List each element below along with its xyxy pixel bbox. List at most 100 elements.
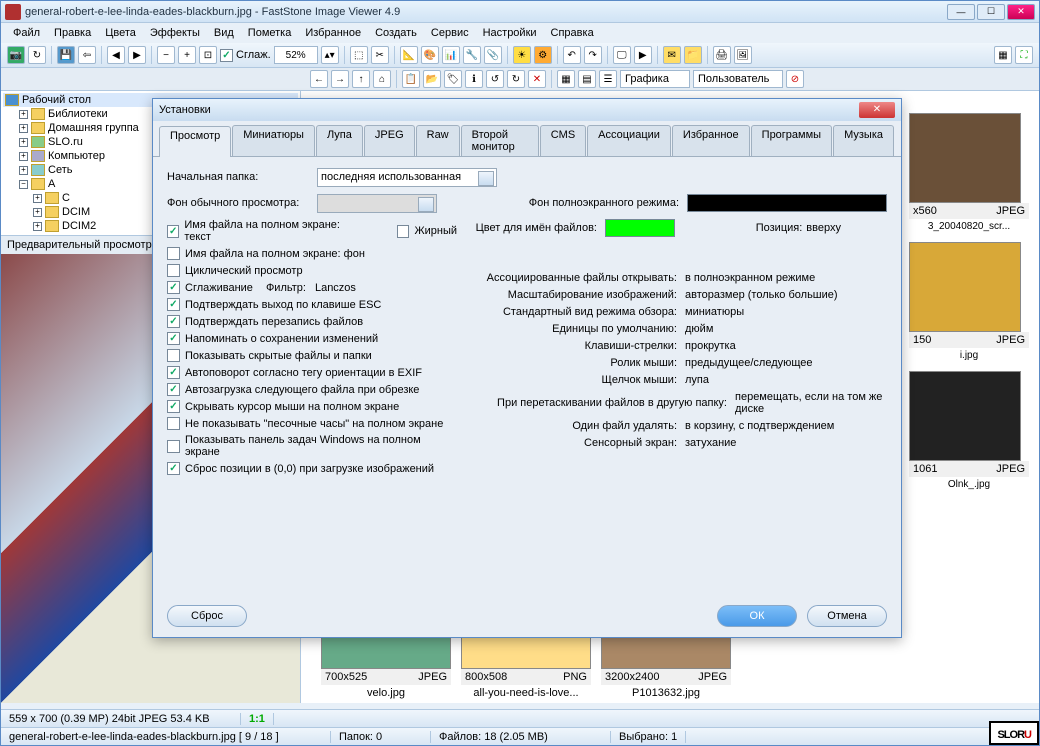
save-icon[interactable]: 💾 [57,46,75,64]
minimize-button[interactable]: — [947,4,975,20]
titlebar[interactable]: general-robert-e-lee-linda-eades-blackbu… [1,1,1039,23]
folder-icon[interactable]: 📁 [684,46,702,64]
nav-fwd-icon[interactable]: → [331,70,349,88]
thumb-item[interactable]: x560JPEG 3_20040820_scr... [909,113,1029,234]
filter-dropdown[interactable]: Графика [620,70,690,88]
menu-effects[interactable]: Эффекты [144,25,206,41]
chk-autoload-crop[interactable] [167,383,180,396]
menu-colors[interactable]: Цвета [99,25,142,41]
filter-dropdown[interactable]: Lanczos [315,282,415,294]
move-icon[interactable]: 📂 [423,70,441,88]
drag-dropdown[interactable]: перемещать, если на том же диске [735,391,887,415]
nav-up-icon[interactable]: ↑ [352,70,370,88]
menu-create[interactable]: Создать [369,25,423,41]
nav-back-icon[interactable]: ← [310,70,328,88]
tab-monitor2[interactable]: Второй монитор [461,125,539,156]
bg-normal-swatch[interactable] [317,194,437,213]
scaling-dropdown[interactable]: авторазмер (только большие) [685,289,887,301]
user-dropdown[interactable]: Пользователь [693,70,783,88]
menu-tag[interactable]: Пометка [242,25,298,41]
refresh-icon[interactable]: ↻ [28,46,46,64]
chk-no-hourglass[interactable] [167,417,180,430]
chk-hidden[interactable] [167,349,180,362]
chk-taskbar[interactable] [167,440,180,453]
thumb-item[interactable]: 1061JPEG Olnk_.jpg [909,371,1029,492]
chk-hide-cursor[interactable] [167,400,180,413]
chk-overwrite[interactable] [167,315,180,328]
select-icon[interactable]: ⬚ [350,46,368,64]
prev-icon[interactable]: ◀ [107,46,125,64]
tool3-icon[interactable]: 📊 [442,46,460,64]
chk-reset-pos[interactable] [167,462,180,475]
tool5-icon[interactable]: 📎 [484,46,502,64]
tool1-icon[interactable]: 📐 [400,46,418,64]
menu-file[interactable]: Файл [7,25,46,41]
tab-fav[interactable]: Избранное [672,125,750,156]
mouse-click-dropdown[interactable]: лупа [685,374,887,386]
redo-icon[interactable]: ↷ [584,46,602,64]
menu-edit[interactable]: Правка [48,25,97,41]
menu-tools[interactable]: Сервис [425,25,475,41]
layout-icon[interactable]: ▦ [994,46,1012,64]
position-dropdown[interactable]: вверху [806,222,887,234]
copy-icon[interactable]: 📋 [402,70,420,88]
start-folder-dropdown[interactable]: последняя использованная [317,168,497,187]
tab-jpeg[interactable]: JPEG [364,125,415,156]
default-view-dropdown[interactable]: миниатюры [685,306,887,318]
zoom-fit-icon[interactable]: ⊡ [199,46,217,64]
zoom-out-icon[interactable]: − [157,46,175,64]
tab-music[interactable]: Музыка [833,125,894,156]
delete-dropdown[interactable]: в корзину, с подтверждением [685,420,887,432]
mouse-wheel-dropdown[interactable]: предыдущее/следующее [685,357,887,369]
smoothing-checkbox[interactable] [220,49,233,62]
screen-icon[interactable]: 🖵 [613,46,631,64]
units-dropdown[interactable]: дюйм [685,323,887,335]
arrow-keys-dropdown[interactable]: прокрутка [685,340,887,352]
maximize-button[interactable]: ☐ [977,4,1005,20]
print-icon[interactable]: 🖨 [713,46,731,64]
close-button[interactable]: ✕ [1007,4,1035,20]
chk-loop[interactable] [167,264,180,277]
crop-icon[interactable]: ✂ [371,46,389,64]
chk-filename-bg[interactable] [167,247,180,260]
block-icon[interactable]: ⊘ [786,70,804,88]
next-icon[interactable]: ▶ [128,46,146,64]
ok-button[interactable]: ОК [717,605,797,627]
reset-button[interactable]: Сброс [167,605,247,627]
camera-icon[interactable]: 📷 [7,46,25,64]
tab-assoc[interactable]: Ассоциации [587,125,671,156]
dialog-close-button[interactable]: ✕ [859,102,895,118]
wallpaper-icon[interactable]: 🖼 [734,46,752,64]
menu-view[interactable]: Вид [208,25,240,41]
menu-favorites[interactable]: Избранное [299,25,367,41]
undo-icon[interactable]: ↶ [563,46,581,64]
tab-cms[interactable]: CMS [540,125,586,156]
fullscreen-icon[interactable]: ⛶ [1015,46,1033,64]
chk-save-remind[interactable] [167,332,180,345]
menu-settings[interactable]: Настройки [477,25,543,41]
tab-programs[interactable]: Программы [751,125,832,156]
slideshow-icon[interactable]: ▶ [634,46,652,64]
tool2-icon[interactable]: 🎨 [421,46,439,64]
sun-icon[interactable]: ☀ [513,46,531,64]
view2-icon[interactable]: ▤ [578,70,596,88]
chk-smooth[interactable] [167,281,180,294]
dialog-titlebar[interactable]: Установки ✕ [153,99,901,121]
touch-dropdown[interactable]: затухание [685,437,887,449]
nav-home-icon[interactable]: ⌂ [373,70,391,88]
rotate-r-icon[interactable]: ↻ [507,70,525,88]
tab-raw[interactable]: Raw [416,125,460,156]
mail-icon[interactable]: ✉ [663,46,681,64]
delete-icon[interactable]: ✕ [528,70,546,88]
thumb-item[interactable]: 150JPEG i.jpg [909,242,1029,363]
gear-icon[interactable]: ⚙ [534,46,552,64]
zoom-input[interactable] [274,46,318,64]
spinner-icon[interactable]: ▴▾ [321,46,339,64]
chk-esc[interactable] [167,298,180,311]
name-color-swatch[interactable] [605,219,675,237]
cancel-button[interactable]: Отмена [807,605,887,627]
tab-thumbs[interactable]: Миниатюры [232,125,315,156]
assoc-open-dropdown[interactable]: в полноэкранном режиме [685,272,887,284]
tool4-icon[interactable]: 🔧 [463,46,481,64]
chk-bold[interactable] [397,225,409,238]
